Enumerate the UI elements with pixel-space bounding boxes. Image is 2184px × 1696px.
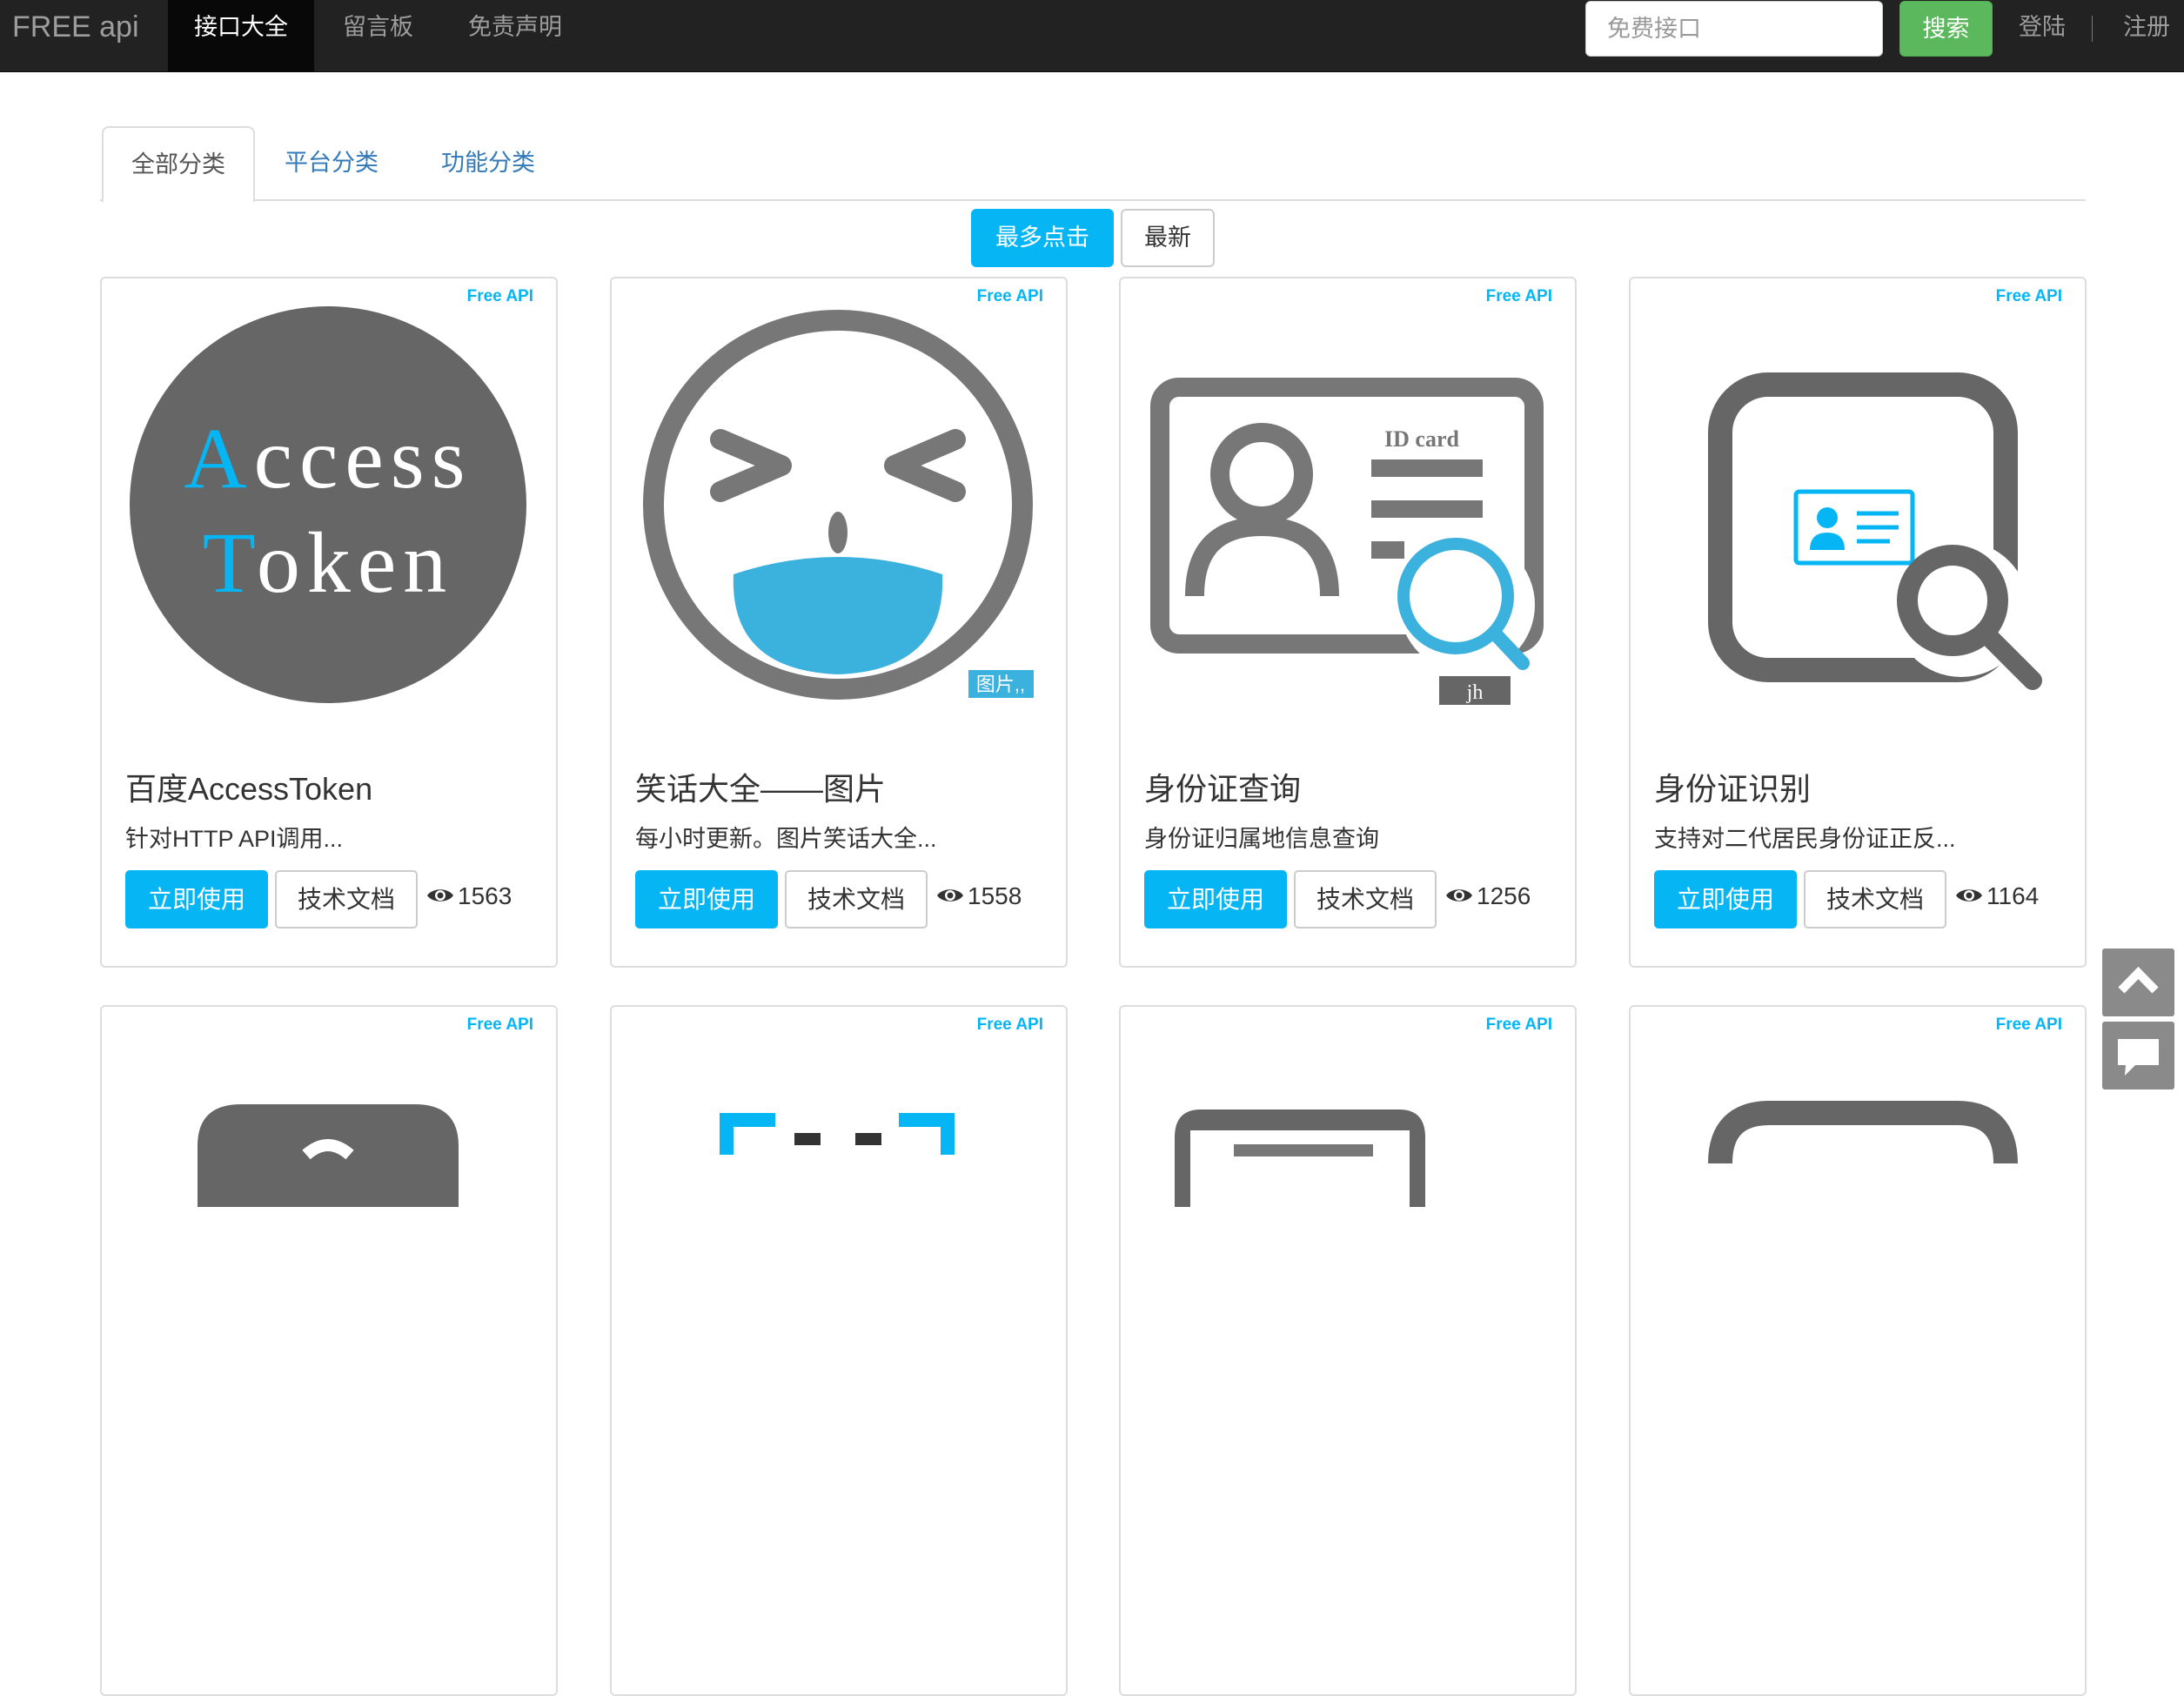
sort-newest-button[interactable]: 最新 [1121,209,1215,267]
api-card-image[interactable] [128,1033,528,1433]
free-api-tag: Free API [976,287,1043,305]
eye-icon [1446,889,1472,902]
id-recognition-icon[interactable] [1657,305,2057,705]
svg-text:Token: Token [203,514,454,611]
view-count: 1558 [936,879,1022,914]
use-now-button[interactable]: 立即使用 [1654,870,1797,928]
api-card: Free API [100,1005,558,1696]
chevron-up-icon [2118,966,2159,994]
svg-text:ID card: ID card [1384,426,1459,452]
tab-function-categories[interactable]: 功能分类 [413,126,563,201]
tech-doc-button[interactable]: 技术文档 [1294,870,1437,928]
free-api-tag: Free API [1995,287,2062,305]
free-api-tag: Free API [976,1016,1043,1034]
card-description: 每小时更新。图片笑话大全... [635,826,937,852]
free-api-tag: Free API [1485,1016,1552,1034]
eye-icon [937,889,963,902]
api-card: Free API [1119,1005,1577,1696]
eye-icon [427,889,453,902]
search-button[interactable]: 搜索 [1899,1,1993,57]
view-count: 1256 [1445,879,1531,914]
card-title[interactable]: 笑话大全——图片 [635,764,886,809]
api-card: Free API 图片,, 笑话大全——图片 每小时更新。图片笑话大全... 立… [610,277,1068,968]
free-api-tag: Free API [466,287,533,305]
feedback-button[interactable] [2102,1022,2174,1089]
access-token-icon[interactable]: Access Token [128,305,528,705]
card-description: 针对HTTP API调用... [125,826,344,852]
use-now-button[interactable]: 立即使用 [635,870,778,928]
brand-logo[interactable]: FREE api [12,0,139,72]
card-title[interactable]: 身份证识别 [1654,764,1811,809]
sort-most-clicks-button[interactable]: 最多点击 [971,209,1114,267]
card-description: 支持对二代居民身份证正反... [1654,826,1956,852]
api-card-image[interactable] [638,1033,1038,1433]
tab-platform-categories[interactable]: 平台分类 [257,126,406,201]
laughing-face-icon[interactable]: 图片,, [638,305,1038,705]
nav-item-message-board[interactable]: 留言板 [317,0,439,72]
api-card: Free API 身份证识别 支持对二代居民身份证正反... 立即使用 技术文档… [1629,277,2087,968]
register-link[interactable]: 注册 [2123,0,2170,57]
free-api-tag: Free API [466,1016,533,1034]
back-to-top-button[interactable] [2102,949,2174,1016]
view-count: 1563 [426,879,512,914]
eye-icon [1956,889,1982,902]
card-description: 身份证归属地信息查询 [1144,826,1379,852]
use-now-button[interactable]: 立即使用 [1144,870,1287,928]
svg-text:Access: Access [184,410,472,506]
top-navbar: FREE api 接口大全 留言板 免责声明 搜索 登陆 注册 [0,0,2184,72]
svg-text:jh: jh [1466,681,1484,704]
free-api-tag: Free API [1995,1016,2062,1034]
tech-doc-button[interactable]: 技术文档 [1804,870,1946,928]
api-card-image[interactable] [1147,1033,1547,1433]
nav-item-disclaimer[interactable]: 免责声明 [442,0,588,72]
api-card: Free API ID card jh 身份证查询 身份证归属地信息查询 立即使… [1119,277,1577,968]
nav-item-api-list[interactable]: 接口大全 [168,0,314,72]
api-card: Free API [610,1005,1068,1696]
api-card: Free API Access Token 百度AccessToken 针对HT… [100,277,558,968]
category-tabs: 全部分类 平台分类 功能分类 [100,126,2086,203]
comment-icon [2118,1039,2159,1076]
free-api-tag: Free API [1485,287,1552,305]
login-link[interactable]: 登陆 [2019,0,2066,57]
api-card-image[interactable] [1657,1033,2057,1433]
tech-doc-button[interactable]: 技术文档 [785,870,928,928]
api-card: Free API [1629,1005,2087,1696]
id-card-search-icon[interactable]: ID card jh [1147,305,1547,705]
search-input[interactable] [1585,1,1883,57]
card-title[interactable]: 百度AccessToken [125,764,372,809]
nav-divider [2092,16,2093,42]
tech-doc-button[interactable]: 技术文档 [275,870,418,928]
view-count: 1164 [1955,879,2039,914]
tab-all-categories[interactable]: 全部分类 [102,126,255,203]
use-now-button[interactable]: 立即使用 [125,870,268,928]
card-title[interactable]: 身份证查询 [1144,764,1301,809]
svg-text:图片,,: 图片,, [976,674,1025,695]
